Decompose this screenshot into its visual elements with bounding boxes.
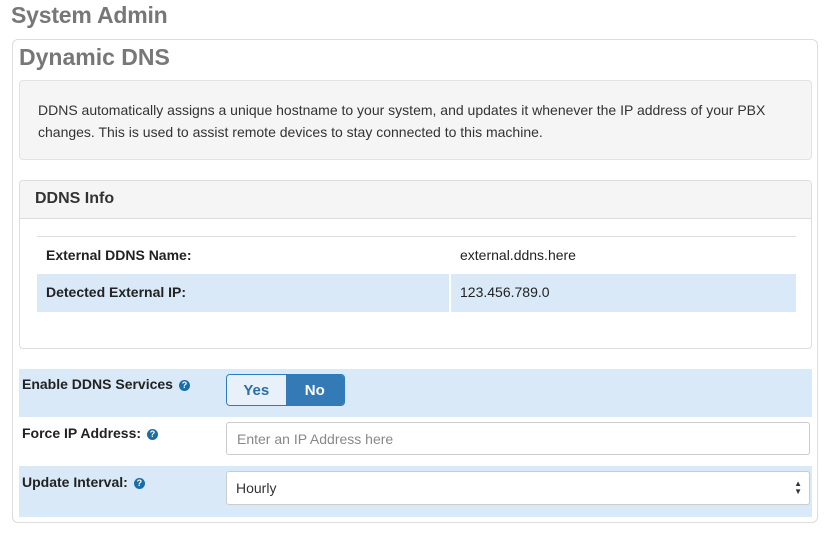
enable-ddns-label: Enable DDNS Services?: [22, 376, 190, 392]
ddns-info-heading: DDNS Info: [20, 181, 811, 219]
force-ip-input[interactable]: [226, 422, 810, 455]
enable-ddns-toggle[interactable]: Yes No: [226, 374, 345, 406]
dynamic-dns-panel: Dynamic DNS DDNS automatically assigns a…: [12, 39, 818, 523]
question-circle-icon[interactable]: ?: [178, 380, 190, 391]
ddns-info-table: External DDNS Name: external.ddns.here D…: [37, 236, 796, 312]
force-ip-label: Force IP Address:?: [22, 425, 159, 441]
external-ddns-name-value: external.ddns.here: [449, 237, 796, 274]
table-row: External DDNS Name: external.ddns.here: [37, 237, 796, 274]
detected-external-ip-value: 123.456.789.0: [449, 274, 796, 312]
enable-ddns-yes-button[interactable]: Yes: [227, 375, 286, 405]
enable-ddns-no-button[interactable]: No: [285, 375, 344, 405]
update-interval-selected: Hourly: [236, 480, 277, 496]
update-interval-label: Update Interval:?: [22, 474, 145, 490]
module-title: Dynamic DNS: [19, 44, 170, 70]
update-interval-row: Update Interval:? Hourly ▲ ▼: [19, 466, 812, 517]
ddns-info-panel: DDNS Info External DDNS Name: external.d…: [19, 180, 812, 349]
table-row: Detected External IP: 123.456.789.0: [37, 274, 796, 312]
page-title: System Admin: [11, 2, 168, 28]
question-circle-icon[interactable]: ?: [133, 478, 145, 489]
update-interval-select[interactable]: Hourly ▲ ▼: [226, 471, 810, 505]
module-description: DDNS automatically assigns a unique host…: [19, 80, 812, 160]
enable-ddns-row: Enable DDNS Services? Yes No: [19, 369, 812, 417]
detected-external-ip-label: Detected External IP:: [46, 284, 187, 300]
external-ddns-name-label: External DDNS Name:: [46, 247, 192, 263]
force-ip-row: Force IP Address:?: [19, 417, 812, 466]
updown-arrows-icon: ▲ ▼: [794, 479, 802, 496]
question-circle-icon[interactable]: ?: [147, 429, 159, 440]
